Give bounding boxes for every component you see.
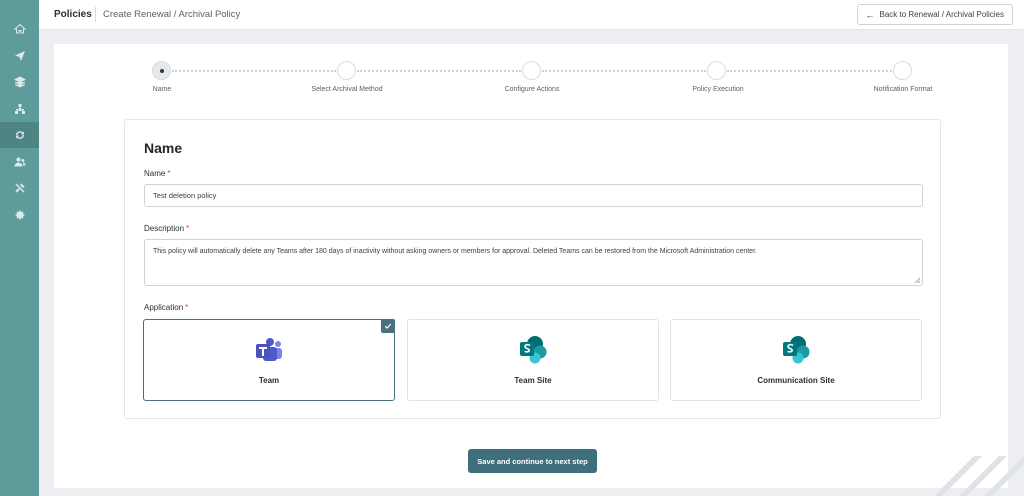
name-form-card: Name Name * Test deletion policy Descript… <box>124 119 941 419</box>
application-label-communication-site: Communication Site <box>757 376 835 385</box>
checkmark-icon <box>384 323 392 329</box>
nav-tools[interactable] <box>0 175 39 201</box>
top-header: Policies Create Renewal / Archival Polic… <box>39 0 1024 30</box>
application-label-team-site: Team Site <box>514 376 552 385</box>
save-and-continue-button[interactable]: Save and continue to next step <box>468 449 597 473</box>
step-label-name: Name <box>152 86 172 93</box>
step-connector <box>172 70 336 72</box>
resize-grip-icon[interactable] <box>914 277 920 283</box>
gear-icon <box>15 210 24 220</box>
nav-users[interactable] <box>0 149 39 175</box>
name-input[interactable]: Test deletion policy <box>144 184 923 207</box>
step-label-notification-format: Notification Format <box>873 86 933 93</box>
application-option-team-site[interactable]: Team Site <box>407 319 659 401</box>
decorative-stripes <box>934 456 1024 496</box>
application-option-team[interactable]: Team <box>143 319 395 401</box>
nav-campaigns[interactable] <box>0 43 39 69</box>
back-button-label: Back to Renewal / Archival Policies <box>879 10 1005 19</box>
nav-layers[interactable] <box>0 69 39 95</box>
step-notification-format[interactable] <box>893 61 912 80</box>
step-name[interactable] <box>152 61 171 80</box>
sidebar <box>0 0 39 496</box>
nav-settings[interactable] <box>0 202 39 228</box>
application-field-label: Application * <box>144 303 188 312</box>
sharepoint-icon <box>783 336 810 364</box>
description-textarea[interactable]: This policy will automatically delete an… <box>144 239 923 286</box>
main-panel: Name Select Archival Method Configure Ac… <box>54 44 1008 488</box>
step-configure-actions[interactable] <box>522 61 541 80</box>
sharepoint-icon <box>520 336 547 364</box>
breadcrumb-current: Create Renewal / Archival Policy <box>103 9 241 20</box>
step-label-configure-actions: Configure Actions <box>504 86 560 93</box>
paper-plane-icon <box>14 51 25 61</box>
step-policy-execution[interactable] <box>707 61 726 80</box>
description-text: This policy will automatically delete an… <box>153 248 757 255</box>
application-label-team: Team <box>258 376 280 385</box>
required-mark: * <box>185 303 189 312</box>
application-label-text: Application <box>144 303 184 312</box>
name-label-text: Name <box>144 169 166 178</box>
breadcrumb-policies[interactable]: Policies <box>54 9 92 20</box>
step-connector <box>727 70 892 72</box>
home-icon <box>13 23 26 34</box>
tools-icon <box>15 183 24 193</box>
selected-check-badge <box>381 319 395 333</box>
back-to-policies-button[interactable]: ← Back to Renewal / Archival Policies <box>856 4 1013 25</box>
step-label-policy-execution: Policy Execution <box>692 86 744 93</box>
users-icon <box>14 157 25 167</box>
teams-icon <box>256 338 282 361</box>
step-select-archival-method[interactable] <box>337 61 356 80</box>
name-field-label: Name * <box>144 169 170 178</box>
breadcrumb-divider <box>95 7 96 22</box>
application-option-communication-site[interactable]: Communication Site <box>670 319 922 401</box>
sync-icon <box>15 131 24 139</box>
step-label-archival-method: Select Archival Method <box>311 86 383 93</box>
description-field-label: Description * <box>144 224 189 233</box>
step-connector <box>357 70 521 72</box>
nav-renewal-archival[interactable] <box>0 122 39 148</box>
description-label-text: Description <box>144 224 185 233</box>
hierarchy-icon <box>14 104 25 114</box>
form-title: Name <box>144 140 183 156</box>
nav-home[interactable] <box>0 16 39 42</box>
required-mark: * <box>186 224 190 233</box>
required-mark: * <box>167 169 171 178</box>
arrow-left-icon: ← <box>865 9 875 20</box>
nav-hierarchy[interactable] <box>0 96 39 122</box>
step-connector <box>542 70 706 72</box>
layers-icon <box>13 76 26 88</box>
